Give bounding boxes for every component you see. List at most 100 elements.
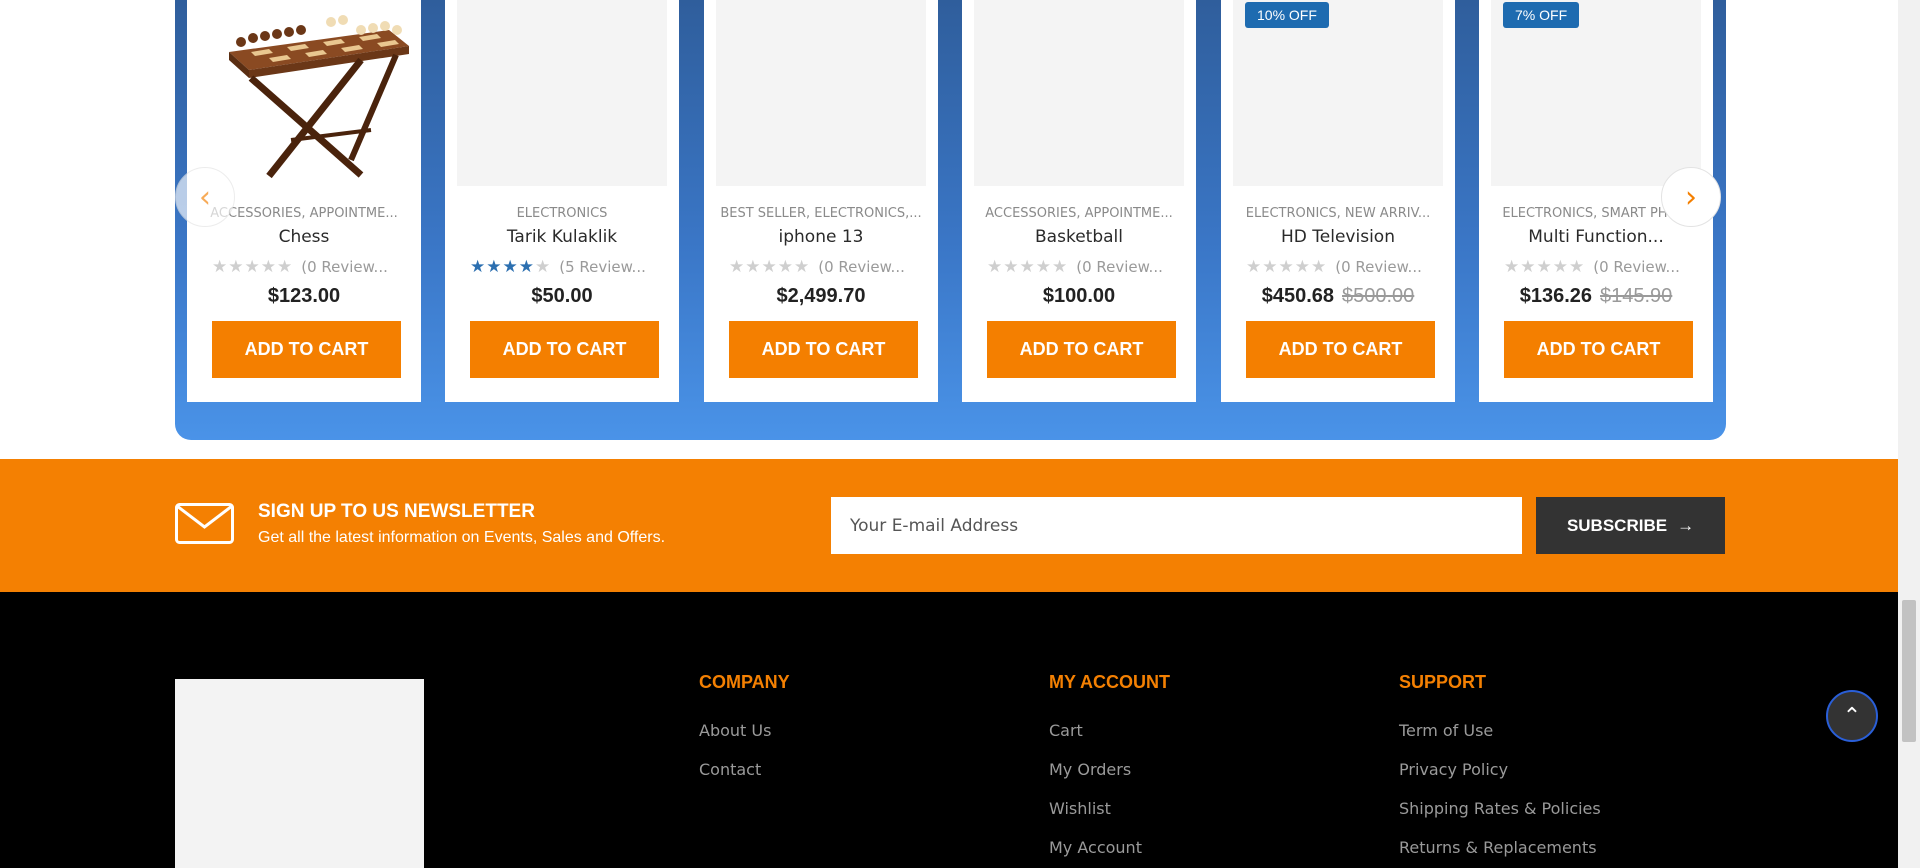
add-to-cart-button[interactable]: ADD TO CART <box>1504 321 1693 378</box>
star-icon: ★ <box>518 256 534 277</box>
star-icon: ★ <box>1552 256 1568 277</box>
product-name[interactable]: HD Television <box>1233 227 1443 247</box>
current-price: $50.00 <box>531 285 593 307</box>
footer-link-contact[interactable]: Contact <box>699 760 790 799</box>
footer-column-support: SUPPORT Term of Use Privacy Policy Shipp… <box>1399 672 1601 868</box>
product-rating: ★ ★ ★ ★ ★ (0 Review... <box>1246 257 1436 277</box>
current-price: $123.00 <box>267 285 341 307</box>
footer-link-terms[interactable]: Term of Use <box>1399 721 1601 760</box>
current-price: $100.00 <box>1042 285 1116 307</box>
star-icon: ★ <box>1504 256 1520 277</box>
add-to-cart-button[interactable]: ADD TO CART <box>470 321 659 378</box>
product-card[interactable]: 10% OFF ELECTRONICS, NEW ARRIV... HD Tel… <box>1221 0 1455 402</box>
product-image[interactable] <box>716 0 926 186</box>
footer-link-returns[interactable]: Returns & Replacements <box>1399 838 1601 868</box>
star-icon: ★ <box>244 256 260 277</box>
star-rating: ★ ★ ★ ★ ★ <box>1504 256 1585 277</box>
product-rating: ★ ★ ★ ★ ★ (0 Review... <box>987 257 1177 277</box>
footer-logo[interactable] <box>175 679 424 868</box>
product-categories[interactable]: BEST SELLER, ELECTRONICS,... <box>716 206 926 221</box>
star-icon: ★ <box>277 256 293 277</box>
review-count[interactable]: (5 Review... <box>559 258 659 276</box>
star-icon: ★ <box>470 256 486 277</box>
footer-heading: SUPPORT <box>1399 672 1487 692</box>
product-price: $136.26 $145.90 <box>1491 285 1701 308</box>
product-image[interactable] <box>974 0 1184 186</box>
chess-table-image <box>229 15 409 179</box>
star-icon: ★ <box>228 256 244 277</box>
back-to-top-button[interactable]: ⌃ <box>1826 690 1878 742</box>
footer-link-my-orders[interactable]: My Orders <box>1049 760 1170 799</box>
star-icon: ★ <box>1520 256 1536 277</box>
product-name[interactable]: Tarik Kulaklik <box>457 227 667 247</box>
product-categories[interactable]: ACCESSORIES, APPOINTME... <box>974 206 1184 221</box>
subscribe-button[interactable]: SUBSCRIBE → <box>1536 497 1725 554</box>
footer-column-my-account: MY ACCOUNT Cart My Orders Wishlist My Ac… <box>1049 672 1170 868</box>
review-count[interactable]: (0 Review... <box>1593 258 1693 276</box>
add-to-cart-button[interactable]: ADD TO CART <box>729 321 918 378</box>
product-name[interactable]: Multi Function... <box>1491 227 1701 247</box>
product-rating: ★ ★ ★ ★ ★ (0 Review... <box>1504 257 1694 277</box>
review-count[interactable]: (0 Review... <box>818 258 918 276</box>
footer-link-privacy[interactable]: Privacy Policy <box>1399 760 1601 799</box>
add-to-cart-button[interactable]: ADD TO CART <box>212 321 401 378</box>
star-icon: ★ <box>1052 256 1068 277</box>
product-card[interactable]: BEST SELLER, ELECTRONICS,... iphone 13 ★… <box>704 0 938 402</box>
star-icon: ★ <box>1278 256 1294 277</box>
star-icon: ★ <box>212 256 228 277</box>
product-rating: ★ ★ ★ ★ ★ (5 Review... <box>470 257 660 277</box>
star-icon: ★ <box>1035 256 1051 277</box>
footer-link-my-account[interactable]: My Account <box>1049 838 1170 868</box>
star-icon: ★ <box>1569 256 1585 277</box>
current-price: $450.68 <box>1261 285 1334 307</box>
add-to-cart-button[interactable]: ADD TO CART <box>1246 321 1435 378</box>
review-count[interactable]: (0 Review... <box>301 258 401 276</box>
footer-link-cart[interactable]: Cart <box>1049 721 1170 760</box>
star-icon: ★ <box>1536 256 1552 277</box>
footer-link-wishlist[interactable]: Wishlist <box>1049 799 1170 838</box>
current-price: $2,499.70 <box>776 285 866 307</box>
product-rating: ★ ★ ★ ★ ★ (0 Review... <box>212 257 402 277</box>
footer-heading: MY ACCOUNT <box>1049 672 1170 692</box>
review-count[interactable]: (0 Review... <box>1076 258 1176 276</box>
subscribe-label: SUBSCRIBE <box>1566 515 1668 535</box>
footer-link-about-us[interactable]: About Us <box>699 721 790 760</box>
product-image[interactable] <box>457 0 667 186</box>
star-icon: ★ <box>260 256 276 277</box>
star-icon: ★ <box>777 256 793 277</box>
newsletter-title: SIGN UP TO US NEWSLETTER <box>258 501 535 522</box>
email-field[interactable] <box>831 497 1522 554</box>
star-icon: ★ <box>502 256 518 277</box>
page-scrollbar[interactable] <box>1898 0 1920 868</box>
product-categories[interactable]: ELECTRONICS, NEW ARRIV... <box>1233 206 1443 221</box>
star-icon: ★ <box>794 256 810 277</box>
star-icon: ★ <box>1019 256 1035 277</box>
arrow-right-icon: → <box>1677 515 1695 535</box>
scrollbar-thumb[interactable] <box>1902 600 1916 742</box>
product-name[interactable]: iphone 13 <box>716 227 926 247</box>
mail-icon <box>175 503 234 544</box>
footer-link-shipping[interactable]: Shipping Rates & Policies <box>1399 799 1601 838</box>
original-price: $500.00 <box>1342 285 1415 307</box>
product-rating: ★ ★ ★ ★ ★ (0 Review... <box>729 257 919 277</box>
product-categories[interactable]: ELECTRONICS <box>457 206 667 221</box>
original-price: $145.90 <box>1600 285 1673 307</box>
site-footer: COMPANY About Us Contact MY ACCOUNT Cart… <box>0 592 1898 868</box>
star-icon: ★ <box>761 256 777 277</box>
newsletter-section: SIGN UP TO US NEWSLETTER Get all the lat… <box>0 459 1898 592</box>
product-card[interactable]: ELECTRONICS Tarik Kulaklik ★ ★ ★ ★ ★ (5 Revi… <box>445 0 679 402</box>
product-card[interactable]: ACCESSORIES, APPOINTME... Basketball ★ ★ ★… <box>962 0 1196 402</box>
star-rating: ★ ★ ★ ★ ★ <box>729 256 810 277</box>
star-icon: ★ <box>1003 256 1019 277</box>
product-name[interactable]: Chess <box>199 227 409 247</box>
star-icon: ★ <box>1262 256 1278 277</box>
carousel-prev-button[interactable]: ‹ <box>175 167 235 227</box>
carousel-next-button[interactable]: › <box>1661 167 1721 227</box>
chevron-up-icon: ⌃ <box>1842 703 1862 729</box>
product-name[interactable]: Basketball <box>974 227 1184 247</box>
product-price: $50.00 <box>457 285 667 308</box>
product-image[interactable] <box>199 0 409 186</box>
add-to-cart-button[interactable]: ADD TO CART <box>987 321 1176 378</box>
star-icon: ★ <box>745 256 761 277</box>
review-count[interactable]: (0 Review... <box>1335 258 1435 276</box>
